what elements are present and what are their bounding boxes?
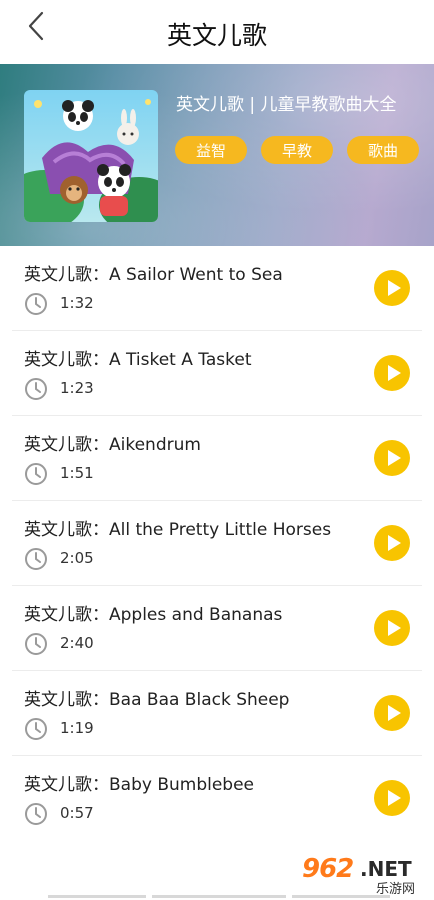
play-icon — [388, 620, 401, 636]
song-list: 英文儿歌：A Sailor Went to Sea 1:32 英文儿歌：A Ti… — [0, 246, 434, 841]
watermark-subtitle: 乐游网 — [376, 882, 416, 897]
song-item[interactable]: 英文儿歌：A Sailor Went to Sea 1:32 — [12, 246, 422, 331]
clock-icon — [25, 718, 47, 740]
play-icon — [388, 280, 401, 296]
song-item[interactable]: 英文儿歌：Baby Bumblebee 0:57 — [12, 756, 422, 841]
play-icon — [388, 450, 401, 466]
song-title: 英文儿歌：Baby Bumblebee — [24, 775, 255, 795]
song-item[interactable]: 英文儿歌：Apples and Bananas 2:40 — [12, 586, 422, 671]
watermark-logo: 962 .NET 乐游网 — [302, 854, 428, 897]
play-button[interactable] — [374, 695, 410, 731]
clock-icon — [25, 803, 47, 825]
play-icon — [388, 535, 401, 551]
album-title: 英文儿歌 | 儿童早教歌曲大全 — [176, 95, 397, 115]
song-title: 英文儿歌：Apples and Bananas — [24, 605, 283, 625]
album-hero: 英文儿歌 | 儿童早教歌曲大全 益智 早教 歌曲 — [0, 64, 434, 246]
tag-songs[interactable]: 歌曲 — [347, 136, 419, 164]
play-icon — [388, 790, 401, 806]
clock-icon — [25, 633, 47, 655]
album-cover-image — [24, 90, 158, 222]
song-duration: 1:51 — [60, 464, 94, 482]
song-title: 英文儿歌：Baa Baa Black Sheep — [24, 690, 290, 710]
song-item[interactable]: 英文儿歌：A Tisket A Tasket 1:23 — [12, 331, 422, 416]
play-icon — [388, 705, 401, 721]
song-duration: 2:40 — [60, 634, 94, 652]
song-title: 英文儿歌：Aikendrum — [24, 435, 201, 455]
song-item[interactable]: 英文儿歌：Baa Baa Black Sheep 1:19 — [12, 671, 422, 756]
song-item[interactable]: 英文儿歌：All the Pretty Little Horses 2:05 — [12, 501, 422, 586]
play-button[interactable] — [374, 525, 410, 561]
song-title: 英文儿歌：A Tisket A Tasket — [24, 350, 252, 370]
play-button[interactable] — [374, 780, 410, 816]
song-item[interactable]: 英文儿歌：Aikendrum 1:51 — [12, 416, 422, 501]
clock-icon — [25, 378, 47, 400]
song-duration: 0:57 — [60, 804, 94, 822]
page-title: 英文儿歌 — [166, 21, 267, 50]
top-bar: 英文儿歌 — [0, 0, 434, 64]
song-duration: 1:19 — [60, 719, 94, 737]
play-icon — [388, 365, 401, 381]
tag-early-education[interactable]: 早教 — [261, 136, 333, 164]
clock-icon — [25, 463, 47, 485]
play-button[interactable] — [374, 355, 410, 391]
song-title: 英文儿歌：A Sailor Went to Sea — [24, 265, 283, 285]
play-button[interactable] — [374, 270, 410, 306]
song-duration: 1:32 — [60, 294, 94, 312]
tag-puzzle[interactable]: 益智 — [175, 136, 247, 164]
song-title: 英文儿歌：All the Pretty Little Horses — [24, 520, 332, 540]
tag-list: 益智 早教 歌曲 — [175, 136, 419, 164]
play-button[interactable] — [374, 610, 410, 646]
song-duration: 2:05 — [60, 549, 94, 567]
watermark-number: 962 — [302, 854, 354, 884]
play-button[interactable] — [374, 440, 410, 476]
song-duration: 1:23 — [60, 379, 94, 397]
clock-icon — [25, 548, 47, 570]
clock-icon — [25, 293, 47, 315]
